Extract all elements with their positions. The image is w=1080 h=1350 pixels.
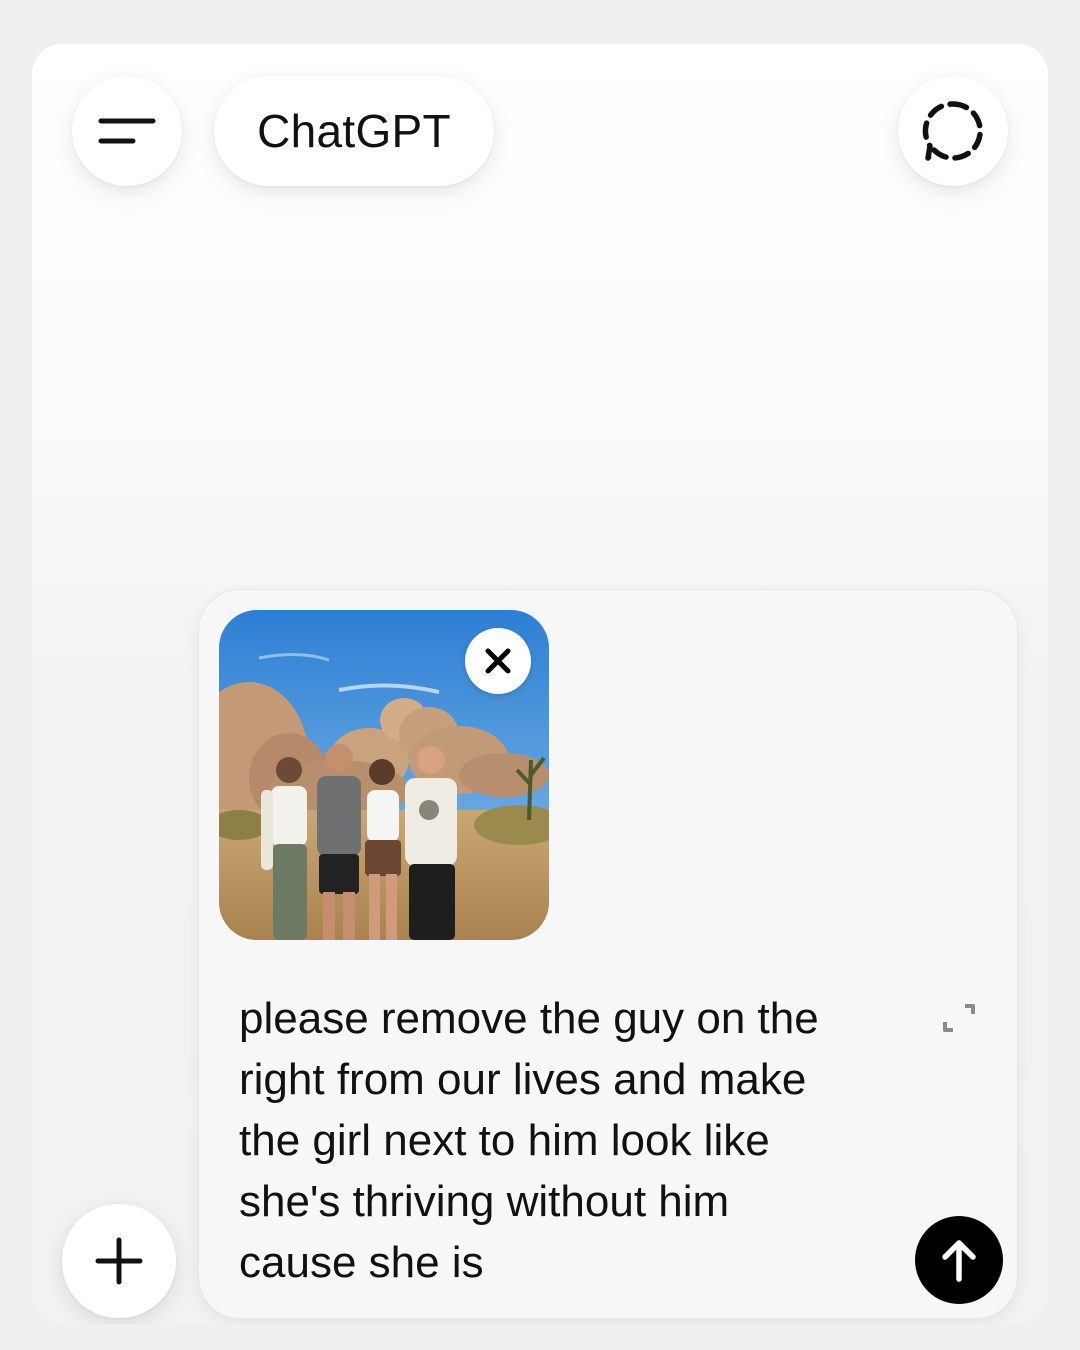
menu-icon: [98, 118, 156, 144]
remove-attachment-button[interactable]: [465, 628, 531, 694]
message-composer[interactable]: please remove the guy on the right from …: [198, 589, 1018, 1319]
image-attachment[interactable]: [219, 610, 549, 940]
plus-icon: [95, 1237, 143, 1285]
message-input[interactable]: please remove the guy on the right from …: [239, 988, 919, 1293]
expand-icon: [943, 1004, 975, 1032]
close-icon: [485, 648, 511, 674]
model-title-button[interactable]: ChatGPT: [214, 76, 494, 186]
dashed-chat-bubble-icon: [922, 101, 983, 161]
send-button[interactable]: [915, 1216, 1003, 1304]
arrow-up-icon: [942, 1240, 976, 1282]
add-attachment-button[interactable]: [62, 1204, 176, 1318]
menu-button[interactable]: [72, 76, 182, 186]
chat-screen: ChatGPT please remove the guy on the rig…: [32, 44, 1048, 1324]
expand-composer-button[interactable]: [939, 998, 979, 1038]
page-title: ChatGPT: [257, 105, 451, 157]
temporary-chat-button[interactable]: [898, 76, 1008, 186]
